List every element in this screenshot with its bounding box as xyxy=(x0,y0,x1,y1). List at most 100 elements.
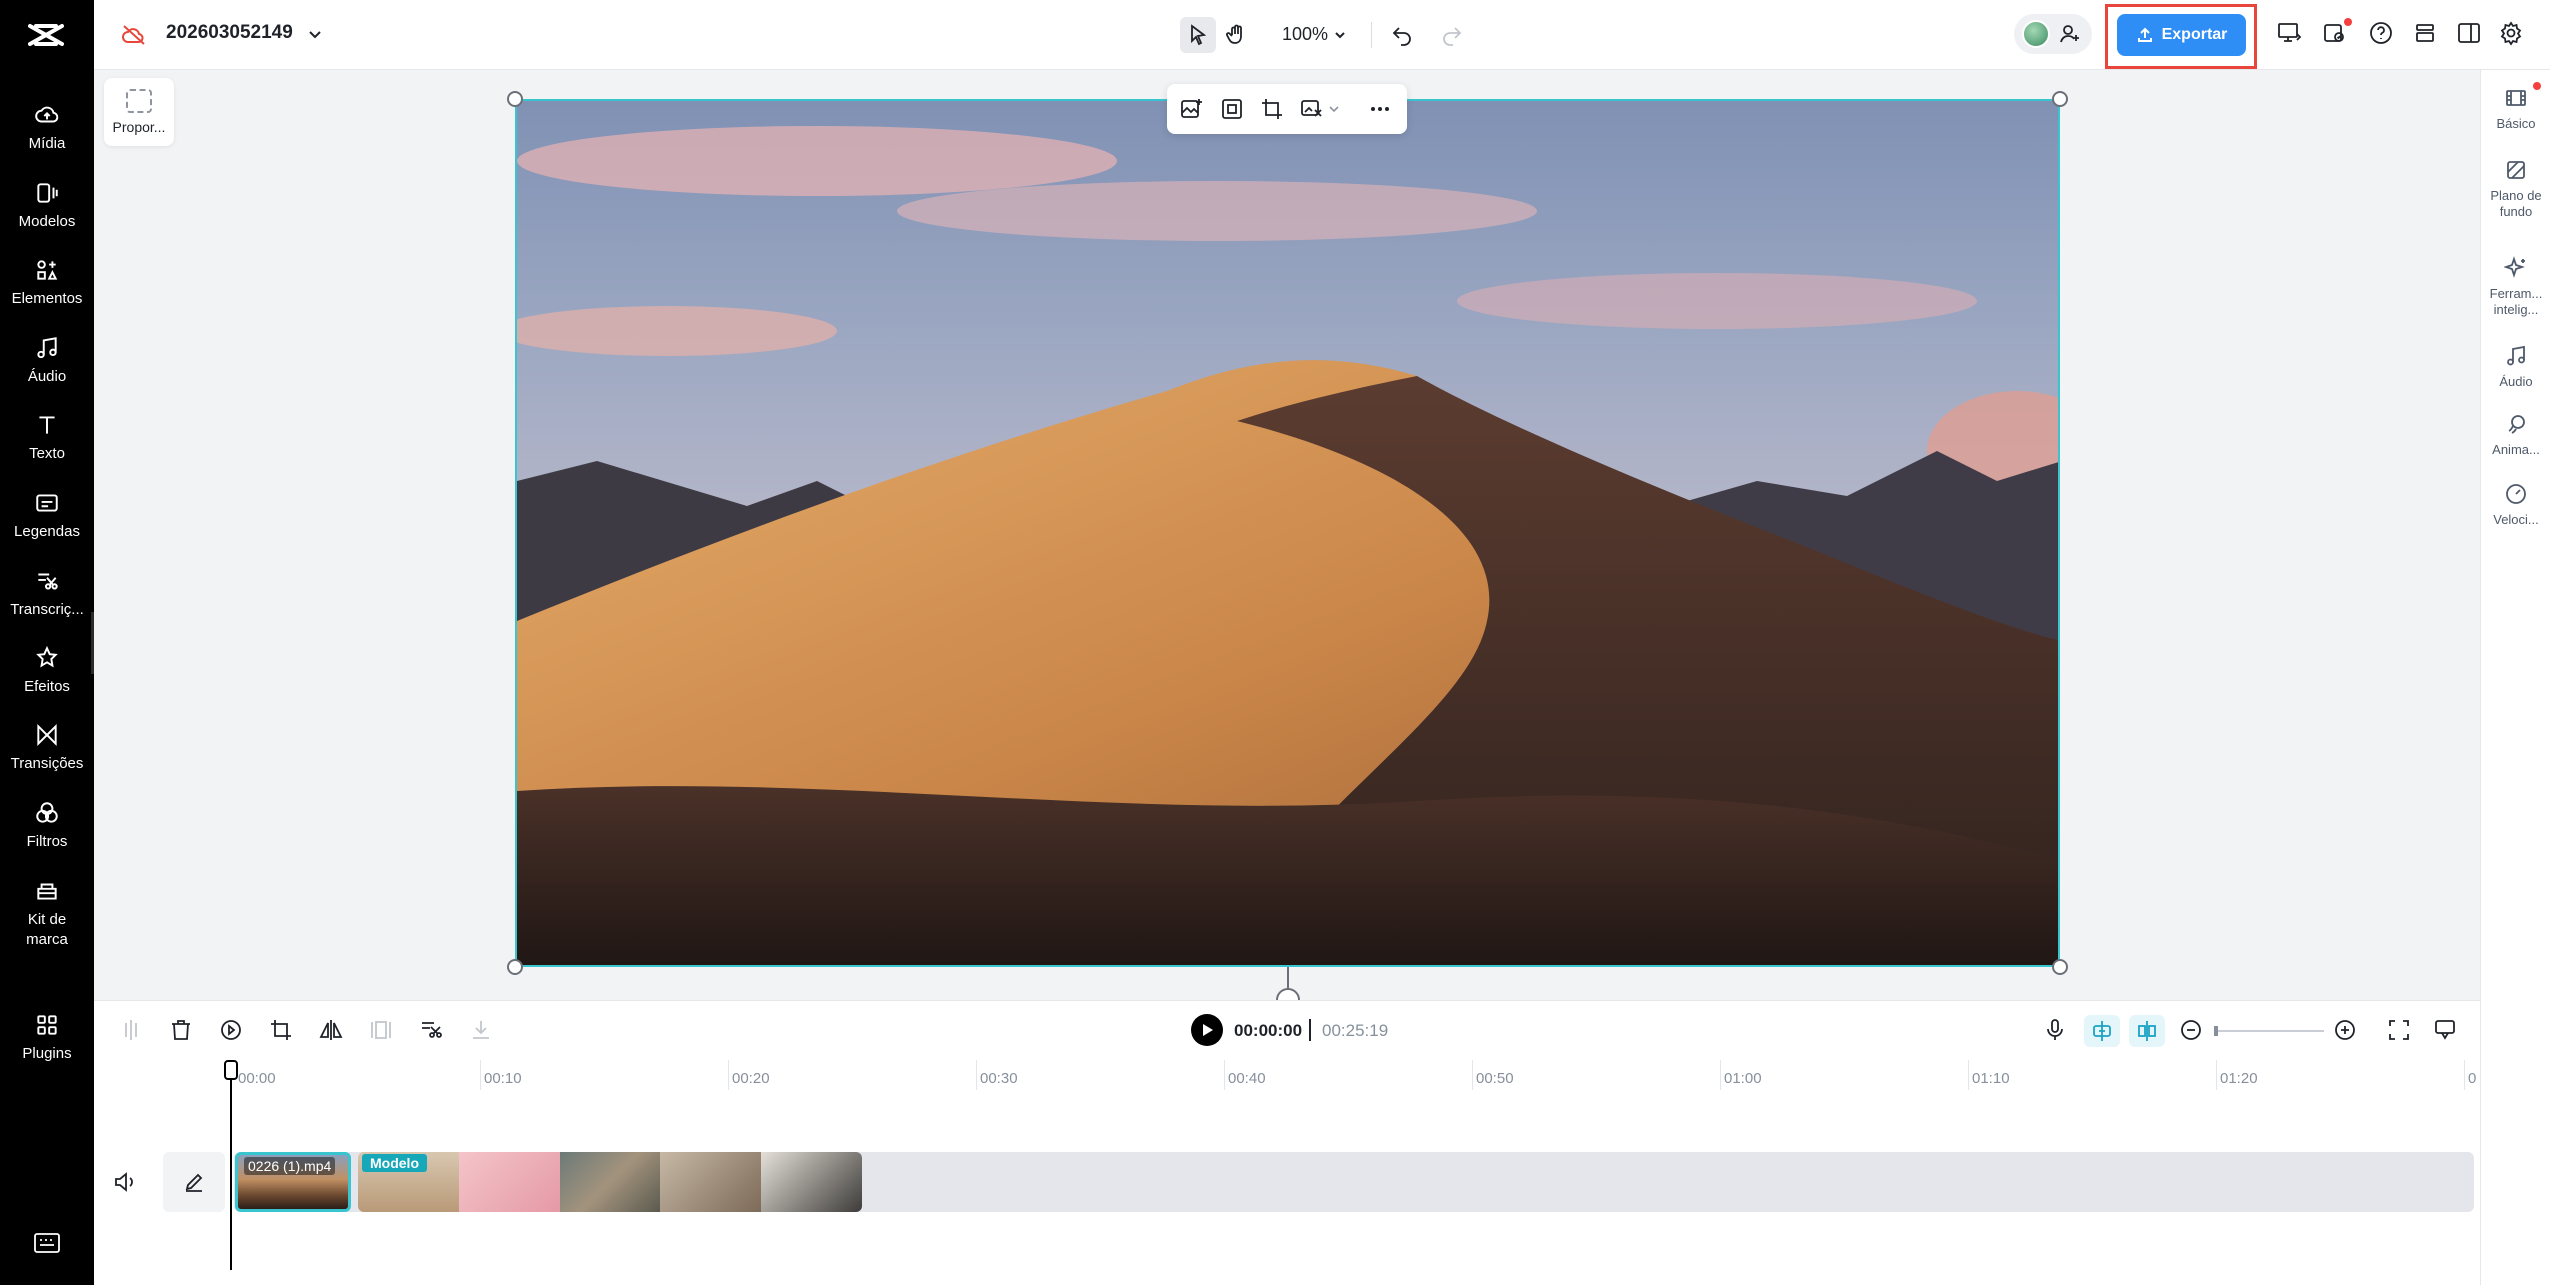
notification-dot xyxy=(2344,18,2352,26)
magnet-snap-button[interactable] xyxy=(2084,1015,2120,1047)
sidebar-item-templates[interactable]: Modelos xyxy=(0,180,94,232)
select-tool-button[interactable] xyxy=(1180,17,1216,53)
panel-item-label: Veloci... xyxy=(2493,512,2539,527)
sidebar-item-elements[interactable]: Elementos xyxy=(0,257,94,309)
tick xyxy=(728,1060,729,1090)
feedback-button[interactable] xyxy=(2432,1017,2460,1045)
text-icon xyxy=(39,416,55,434)
hand-tool-button[interactable] xyxy=(1218,17,1254,53)
layers-button[interactable] xyxy=(2412,20,2442,50)
redo-button[interactable] xyxy=(1434,17,1470,53)
capcut-logo-icon[interactable] xyxy=(26,20,66,50)
transcript-edit-button[interactable] xyxy=(418,1017,446,1045)
play-button[interactable] xyxy=(1191,1014,1223,1046)
panel-item-background[interactable]: Plano de fundo xyxy=(2481,158,2550,220)
playhead[interactable] xyxy=(230,1060,232,1270)
review-button[interactable] xyxy=(2322,18,2352,50)
align-icon xyxy=(2138,1021,2156,1041)
panel-item-basic[interactable]: Básico xyxy=(2481,82,2550,132)
cover-edit-button[interactable] xyxy=(163,1152,225,1212)
mic-button[interactable] xyxy=(2042,1017,2070,1045)
panel-item-audio[interactable]: Áudio xyxy=(2481,344,2550,390)
sidebar-item-effects[interactable]: Efeitos xyxy=(0,645,94,697)
sidebar-item-audio[interactable]: Áudio xyxy=(0,335,94,387)
crop-icon[interactable] xyxy=(1259,96,1285,122)
export-button[interactable]: Exportar xyxy=(2117,14,2246,56)
timeline[interactable]: 00:00 00:10 00:20 00:30 00:40 00:50 01:0… xyxy=(94,1060,2480,1285)
audio-icon xyxy=(2507,345,2525,366)
clip-thumbnail xyxy=(761,1152,862,1212)
aspect-ratio-button[interactable]: Propor... xyxy=(104,78,174,146)
add-user-icon[interactable] xyxy=(2058,22,2082,46)
time-separator xyxy=(1309,1019,1311,1041)
sidebar-item-text[interactable]: Texto xyxy=(0,412,94,464)
sidebar-item-filters[interactable]: Filtros xyxy=(0,800,94,852)
panel-item-speed[interactable]: Veloci... xyxy=(2481,482,2550,528)
video-preview[interactable] xyxy=(515,99,2060,967)
present-button[interactable] xyxy=(2276,20,2306,50)
tick xyxy=(1968,1060,1969,1090)
replace-media-icon[interactable] xyxy=(1179,96,1205,122)
project-name[interactable]: 202603052149 xyxy=(166,22,293,44)
avatar[interactable] xyxy=(2022,20,2050,48)
zoom-dropdown[interactable]: 100% xyxy=(1282,24,1348,45)
redo-icon xyxy=(1443,27,1462,46)
cloud-off-icon[interactable] xyxy=(120,22,148,48)
split-view-button[interactable] xyxy=(2129,1015,2165,1047)
tick-label: 00:00 xyxy=(238,1070,276,1087)
clip-thumbnail xyxy=(458,1152,560,1212)
chevron-down-icon[interactable] xyxy=(1327,96,1341,122)
smart-crop-icon[interactable] xyxy=(1219,96,1245,122)
split-button[interactable] xyxy=(118,1017,146,1045)
fullscreen-button[interactable] xyxy=(2386,1017,2414,1045)
sidebar-item-transitions[interactable]: Transições xyxy=(0,722,94,774)
more-icon[interactable] xyxy=(1367,96,1393,122)
slider-knob[interactable] xyxy=(2214,1026,2218,1036)
resize-handle-tl[interactable] xyxy=(507,91,523,107)
sidebar-item-label: Áudio xyxy=(27,368,67,385)
time-ruler[interactable]: 00:00 00:10 00:20 00:30 00:40 00:50 01:0… xyxy=(94,1060,2480,1090)
template-clip[interactable]: Modelo xyxy=(358,1152,862,1212)
freeze-button[interactable] xyxy=(368,1017,396,1045)
panel-item-animation[interactable]: Anima... xyxy=(2481,412,2550,458)
panel-toggle-button[interactable] xyxy=(2456,20,2486,50)
sidebar-item-captions[interactable]: Legendas xyxy=(0,490,94,542)
sidebar-item-transcript[interactable]: Transcriç... xyxy=(0,568,94,620)
timeline-zoom-slider[interactable] xyxy=(2216,1030,2324,1032)
sidebar-item-brand-kit[interactable]: Kit de marca xyxy=(0,878,94,950)
trash-icon xyxy=(172,1020,190,1040)
rotate-line xyxy=(1287,967,1289,989)
top-bar: 202603052149 100% Exportar xyxy=(94,0,2550,70)
crop-button[interactable] xyxy=(268,1017,296,1045)
delete-button[interactable] xyxy=(168,1017,196,1045)
video-clip[interactable]: 0226 (1).mp4 xyxy=(235,1152,351,1212)
settings-button[interactable] xyxy=(2498,20,2528,50)
zoom-in-icon xyxy=(2335,1020,2355,1040)
panel-item-ai-tools[interactable]: Ferram... intelig... xyxy=(2481,256,2550,318)
undo-button[interactable] xyxy=(1384,17,1420,53)
zoom-in-button[interactable] xyxy=(2332,1017,2360,1045)
ai-tools-icon xyxy=(2504,256,2525,278)
chevron-down-icon[interactable] xyxy=(304,24,326,46)
sidebar-item-media[interactable]: Mídia xyxy=(0,102,94,154)
cloud-upload-icon xyxy=(35,106,59,123)
mirror-button[interactable] xyxy=(318,1017,346,1045)
zoom-out-button[interactable] xyxy=(2178,1017,2206,1045)
tick xyxy=(976,1060,977,1090)
help-button[interactable] xyxy=(2368,20,2398,50)
keyboard-icon[interactable] xyxy=(32,1230,62,1256)
playhead-handle[interactable] xyxy=(224,1060,238,1080)
resize-handle-bl[interactable] xyxy=(507,959,523,975)
sidebar-item-plugins[interactable]: Plugins xyxy=(0,1012,94,1064)
background-remove-icon[interactable] xyxy=(1299,96,1325,122)
notification-dot xyxy=(2533,82,2541,90)
track-mute-icon[interactable] xyxy=(112,1168,140,1196)
clip-label: 0226 (1).mp4 xyxy=(244,1157,336,1175)
flip-icon xyxy=(319,1020,343,1040)
collaborators-group[interactable] xyxy=(2014,14,2092,54)
right-property-panel: Básico Plano de fundo Ferram... intelig.… xyxy=(2480,70,2550,1285)
download-button[interactable] xyxy=(468,1017,496,1045)
resize-handle-tr[interactable] xyxy=(2052,91,2068,107)
resize-handle-br[interactable] xyxy=(2052,959,2068,975)
loop-button[interactable] xyxy=(218,1017,246,1045)
